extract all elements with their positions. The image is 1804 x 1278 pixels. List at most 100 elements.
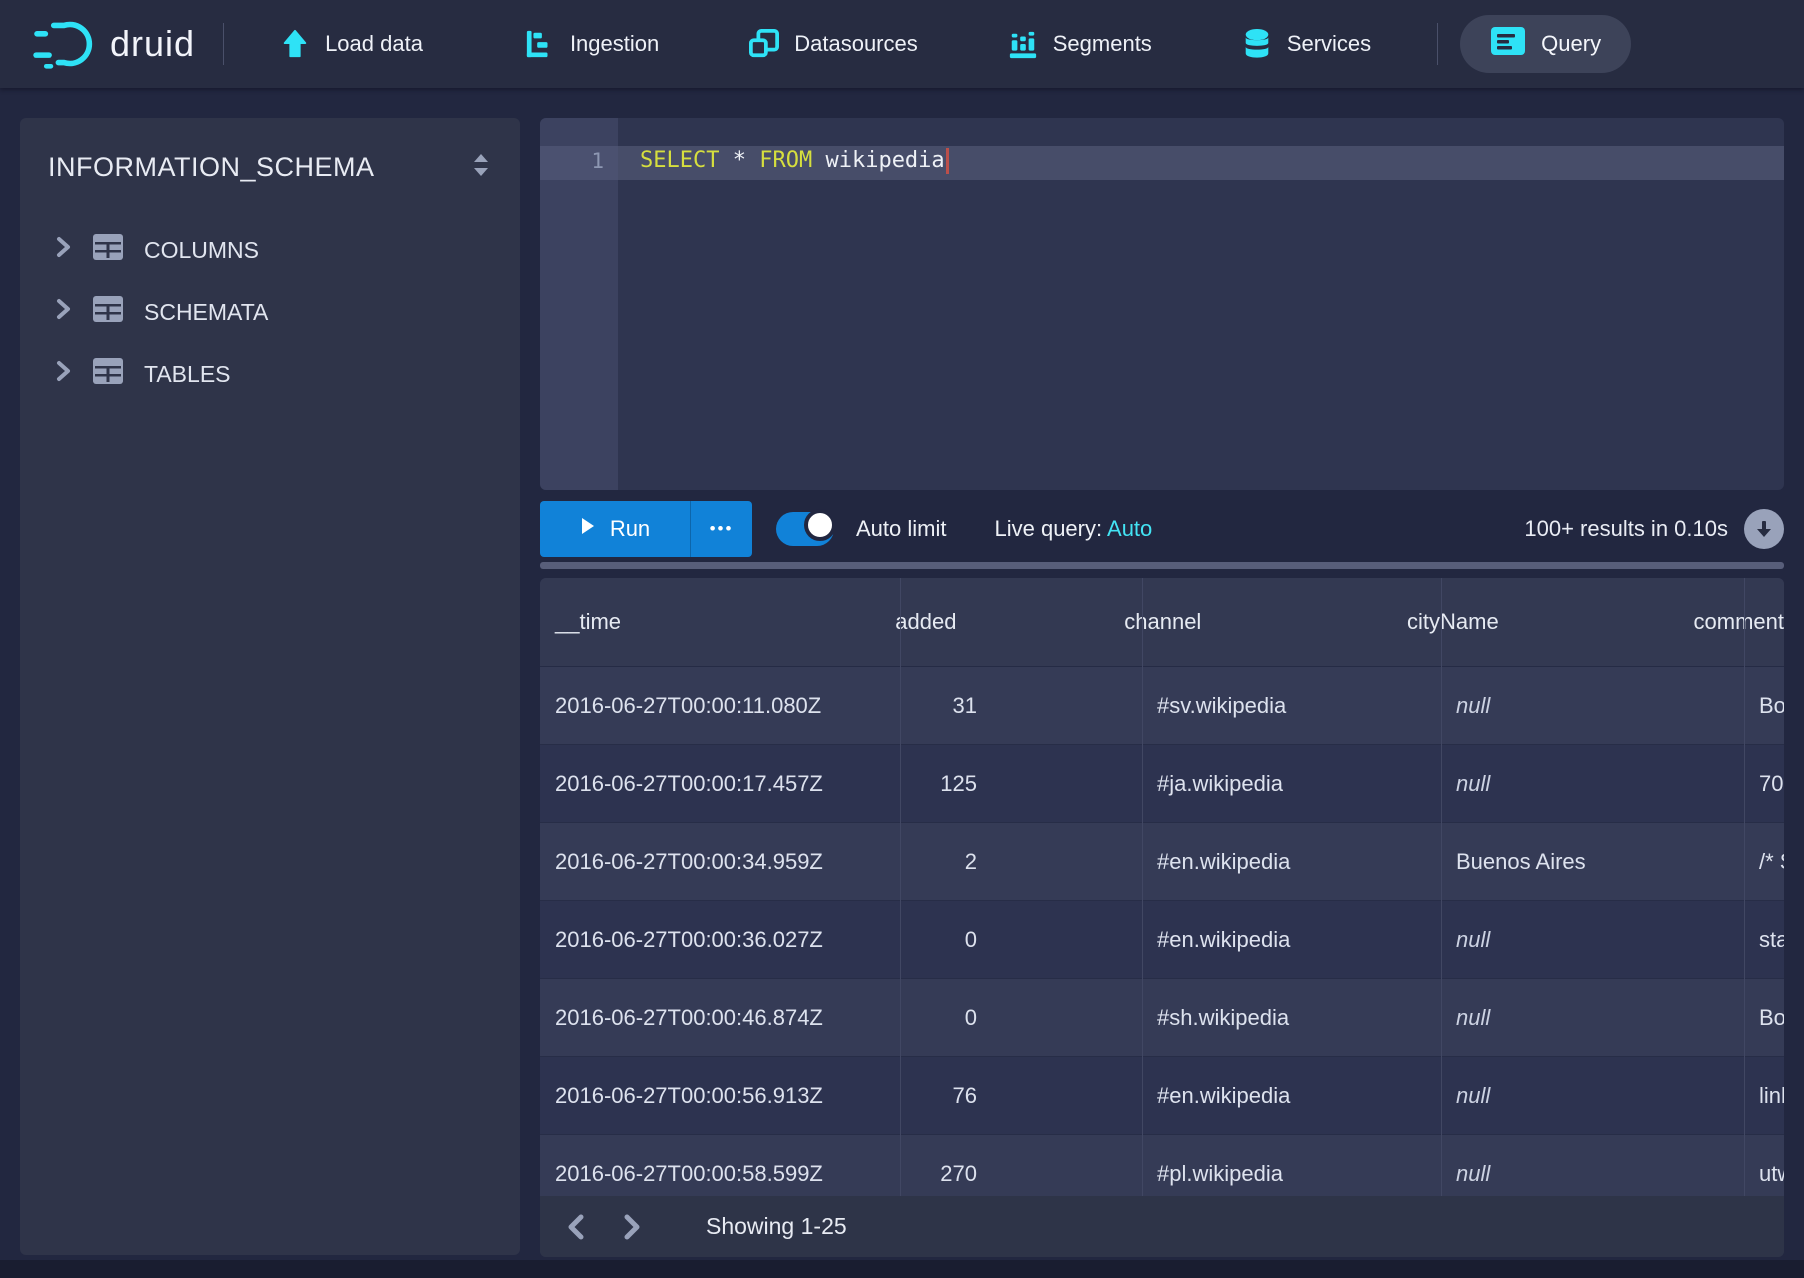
schema-sidebar: INFORMATION_SCHEMA [20, 118, 520, 1255]
chevron-right-icon[interactable] [54, 360, 72, 388]
pagination-bar: Showing 1-25 [540, 1196, 1784, 1257]
tree-item-schemata[interactable]: SCHEMATA [20, 281, 520, 343]
cell-channel: #sh.wikipedia [1142, 979, 1441, 1056]
nav-item-label: Segments [1053, 31, 1152, 57]
double-caret-vertical-icon [470, 152, 492, 183]
table-row[interactable]: 2016-06-27T00:00:56.913Z 76 #en.wikipedi… [540, 1057, 1784, 1135]
cell-added: 2 [900, 823, 1142, 900]
table-icon [92, 295, 124, 329]
nav-item-load-data[interactable]: Load data [250, 0, 453, 88]
column-border[interactable] [900, 578, 901, 1257]
cell-added: 31 [900, 667, 1142, 744]
sql-table-name: wikipedia [812, 148, 944, 173]
auto-limit-toggle[interactable] [776, 512, 834, 546]
column-header-added[interactable]: added [880, 578, 1109, 666]
column-border[interactable] [1744, 578, 1745, 1257]
next-page-button[interactable] [604, 1203, 660, 1251]
nav-item-label: Load data [325, 31, 423, 57]
bottom-edge [0, 1260, 1804, 1278]
download-button[interactable] [1744, 509, 1784, 549]
sql-text[interactable]: SELECT * FROM wikipedia [640, 148, 949, 174]
upload-icon [280, 29, 310, 59]
run-toolbar: Run ••• Auto limit Live query: Auto 100+… [540, 500, 1784, 558]
nav-item-ingestion[interactable]: Ingestion [495, 0, 689, 88]
auto-limit-label: Auto limit [856, 516, 946, 542]
download-icon [1753, 518, 1775, 540]
live-query-value[interactable]: Auto [1107, 516, 1152, 541]
column-header-comment[interactable]: comment [1679, 578, 1784, 666]
cell-channel: #ja.wikipedia [1142, 745, 1441, 822]
run-right-group: 100+ results in 0.10s [1524, 509, 1784, 549]
more-dots-icon: ••• [710, 519, 734, 538]
cell-comment: 70. [1744, 745, 1784, 822]
column-border[interactable] [1142, 578, 1143, 1257]
text-cursor [946, 148, 949, 174]
cell-cityname: null [1441, 979, 1744, 1056]
sql-keyword-from: FROM [759, 148, 812, 173]
services-icon [1242, 28, 1272, 60]
results-summary: 100+ results in 0.10s [1524, 516, 1728, 542]
ingestion-icon [525, 29, 555, 59]
column-border[interactable] [1441, 578, 1442, 1257]
nav-item-datasources[interactable]: Datasources [719, 0, 948, 88]
nav-item-query-active[interactable]: Query [1460, 15, 1631, 73]
cell-comment: sta [1744, 901, 1784, 978]
table-icon [92, 233, 124, 267]
nav-item-services[interactable]: Services [1212, 0, 1401, 88]
query-icon [1490, 26, 1526, 62]
cell-cityname: Buenos Aires [1441, 823, 1744, 900]
cell-comment: link [1744, 1057, 1784, 1134]
druid-logo[interactable]: druid [32, 18, 195, 70]
resize-handle[interactable] [540, 562, 1784, 569]
tree-item-label: COLUMNS [144, 237, 259, 264]
tree-item-columns[interactable]: COLUMNS [20, 219, 520, 281]
column-header-cityname[interactable]: cityName [1392, 578, 1679, 666]
results-header-row: __time added channel cityName comment [540, 578, 1784, 667]
tree-item-tables[interactable]: TABLES [20, 343, 520, 405]
play-icon [580, 516, 596, 542]
column-header-time[interactable]: __time [540, 578, 880, 666]
cell-time: 2016-06-27T00:00:46.874Z [540, 979, 900, 1056]
sql-star: * [719, 148, 759, 173]
chevron-right-icon[interactable] [54, 298, 72, 326]
nav-item-label: Ingestion [570, 31, 659, 57]
run-more-button[interactable]: ••• [690, 501, 752, 557]
cell-added: 125 [900, 745, 1142, 822]
top-navbar: druid Load data [0, 0, 1804, 88]
table-row[interactable]: 2016-06-27T00:00:46.874Z 0 #sh.wikipedia… [540, 979, 1784, 1057]
schema-tree: COLUMNS SCHEMATA [20, 219, 520, 405]
sql-editor[interactable]: 1 SELECT * FROM wikipedia [540, 118, 1784, 490]
sql-keyword-select: SELECT [640, 148, 719, 173]
table-row[interactable]: 2016-06-27T00:00:36.027Z 0 #en.wikipedia… [540, 901, 1784, 979]
nav-items: Load data Ingestion [224, 0, 1401, 88]
table-row[interactable]: 2016-06-27T00:00:34.959Z 2 #en.wikipedia… [540, 823, 1784, 901]
cell-time: 2016-06-27T00:00:34.959Z [540, 823, 900, 900]
live-query-label: Live query: [994, 516, 1102, 541]
schema-selector[interactable]: INFORMATION_SCHEMA [20, 118, 520, 183]
table-row[interactable]: 2016-06-27T00:00:17.457Z 125 #ja.wikiped… [540, 745, 1784, 823]
cell-channel: #en.wikipedia [1142, 823, 1441, 900]
druid-console: druid Load data [0, 0, 1804, 1278]
cell-cityname: null [1441, 667, 1744, 744]
cell-added: 0 [900, 979, 1142, 1056]
nav-item-label: Query [1541, 31, 1601, 57]
cell-comment: /* S [1744, 823, 1784, 900]
cell-added: 76 [900, 1057, 1142, 1134]
table-row[interactable]: 2016-06-27T00:00:11.080Z 31 #sv.wikipedi… [540, 667, 1784, 745]
chevron-left-icon [566, 1214, 586, 1240]
run-button[interactable]: Run [540, 501, 690, 557]
nav-item-segments[interactable]: Segments [978, 0, 1182, 88]
results-table: __time added channel cityName comment 20… [540, 578, 1784, 1257]
tree-item-label: TABLES [144, 361, 231, 388]
previous-page-button[interactable] [548, 1203, 604, 1251]
schema-title: INFORMATION_SCHEMA [48, 152, 375, 183]
run-button-label: Run [610, 516, 650, 542]
chevron-right-icon [622, 1214, 642, 1240]
datasources-icon [749, 29, 779, 59]
cell-cityname: null [1441, 901, 1744, 978]
column-header-channel[interactable]: channel [1109, 578, 1392, 666]
chevron-right-icon[interactable] [54, 236, 72, 264]
live-query-control: Live query: Auto [994, 516, 1152, 542]
cell-cityname: null [1441, 1057, 1744, 1134]
nav-item-label: Services [1287, 31, 1371, 57]
